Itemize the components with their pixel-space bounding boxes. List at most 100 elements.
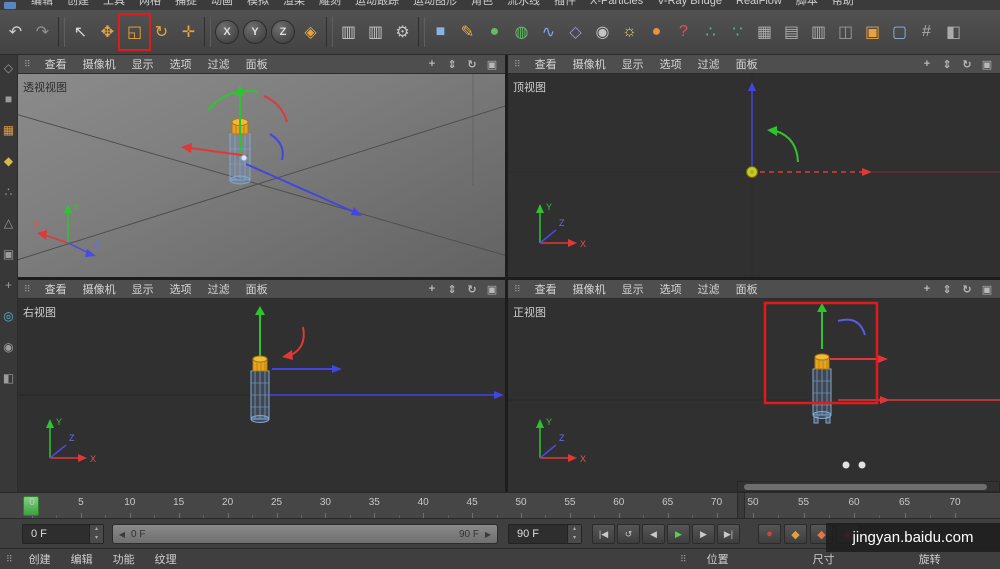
capsule-object[interactable] xyxy=(812,353,832,424)
viewport-menu-options[interactable]: 选项 xyxy=(162,56,200,72)
maximize-view-icon[interactable]: ▣ xyxy=(485,283,499,296)
viewport-menu-filter[interactable]: 过滤 xyxy=(690,281,728,297)
viewport-menu-view[interactable]: 查看 xyxy=(37,281,75,297)
material-menu-3[interactable]: 功能 xyxy=(103,551,145,567)
viewport-menu-display[interactable]: 显示 xyxy=(124,56,162,72)
menubar-item-2[interactable]: 创建 xyxy=(60,0,96,10)
viewport-menu-options[interactable]: 选项 xyxy=(652,281,690,297)
slider-right-arrow-icon[interactable]: ▶ xyxy=(479,530,497,539)
capsule-object[interactable] xyxy=(746,166,758,178)
spinner-down-icon[interactable]: ▾ xyxy=(90,534,103,543)
panel-menu-icon[interactable]: ⠿ xyxy=(680,554,687,565)
add-material-button[interactable]: ● xyxy=(643,16,670,48)
rotate-view-icon[interactable]: ↻ xyxy=(465,283,479,296)
viewport-menu-display[interactable]: 显示 xyxy=(614,281,652,297)
zoom-view-icon[interactable]: ⇕ xyxy=(940,58,954,71)
loop-mode-button[interactable]: ↺ xyxy=(617,524,640,544)
viewport-canvas[interactable]: 顶视图 Y X Z xyxy=(508,74,1000,277)
timeline-ruler-left[interactable]: 0 5 10 15 20 25 30 35 40 45 50 55 60 65 70 xyxy=(22,493,737,518)
menubar-item-3[interactable]: 工具 xyxy=(96,0,132,10)
menubar-item-7[interactable]: 模拟 xyxy=(240,0,276,10)
timeline-ruler[interactable]: 0 5 10 15 20 25 30 35 40 45 50 55 60 65 70 50 55 60 65 70 xyxy=(0,492,1000,518)
capsule-object[interactable] xyxy=(250,355,270,423)
mograph-fracture-icon[interactable]: ▥ xyxy=(805,16,832,48)
polygons-mode-icon[interactable]: ▣ xyxy=(2,247,16,261)
maximize-view-icon[interactable]: ▣ xyxy=(485,58,499,71)
mograph-matrix-icon[interactable]: ▤ xyxy=(778,16,805,48)
move-tool-icon[interactable]: ✥ xyxy=(94,16,121,48)
panel-menu-icon[interactable]: ⠿ xyxy=(6,554,13,565)
render-picture-viewer-button[interactable]: ▥ xyxy=(362,16,389,48)
lock-workplane-icon[interactable]: ◧ xyxy=(2,371,16,385)
menubar-item-19[interactable]: 帮助 xyxy=(825,0,861,10)
spinner-down-icon[interactable]: ▾ xyxy=(568,534,581,543)
maximize-view-icon[interactable]: ▣ xyxy=(980,58,994,71)
viewport-menu-panel[interactable]: 面板 xyxy=(238,281,276,297)
render-settings-button[interactable]: ⚙ xyxy=(389,16,416,48)
redo-icon[interactable]: ↷ xyxy=(29,16,56,48)
joint-tool-icon[interactable]: ∵ xyxy=(724,16,751,48)
x-axis-lock-button[interactable]: X xyxy=(215,20,239,44)
workplane-mode-icon[interactable]: ◆ xyxy=(2,154,16,168)
current-frame-field[interactable]: 0 F ▴ ▾ xyxy=(22,524,104,544)
y-axis-lock-button[interactable]: Y xyxy=(243,20,267,44)
frame-range-slider[interactable]: ◀ 0 F 90 F ▶ xyxy=(112,524,498,544)
menubar-item-5[interactable]: 捕捉 xyxy=(168,0,204,10)
help-button[interactable]: ? xyxy=(670,16,697,48)
spinner-up-icon[interactable]: ▴ xyxy=(90,525,103,534)
zoom-view-icon[interactable]: ⇕ xyxy=(445,58,459,71)
previous-frame-button[interactable]: ◀ xyxy=(642,524,665,544)
add-generator-button[interactable]: ◍ xyxy=(508,16,535,48)
menubar-item-10[interactable]: 运动跟踪 xyxy=(348,0,406,10)
scale-tool-icon[interactable]: ◱ xyxy=(118,13,151,51)
viewport-menu-camera[interactable]: 摄像机 xyxy=(565,56,614,72)
add-deformer-button[interactable]: ◇ xyxy=(562,16,589,48)
menubar-item-16[interactable]: V-Ray Bridge xyxy=(650,0,729,10)
viewport-menu-filter[interactable]: 过滤 xyxy=(690,56,728,72)
menubar-item-12[interactable]: 角色 xyxy=(464,0,500,10)
viewport-menu-filter[interactable]: 过滤 xyxy=(200,56,238,72)
display-mode-icon[interactable]: ▣ xyxy=(859,16,886,48)
viewport-menu-display[interactable]: 显示 xyxy=(614,56,652,72)
menubar-item-1[interactable]: 编辑 xyxy=(24,0,60,10)
material-menu-1[interactable]: 创建 xyxy=(19,551,61,567)
model-mode-icon[interactable]: ■ xyxy=(2,92,16,106)
live-selection-icon[interactable]: ↖ xyxy=(67,16,94,48)
viewport-menu-panel[interactable]: 面板 xyxy=(728,281,766,297)
viewport-canvas[interactable]: 正视图 Y X Z xyxy=(508,299,1000,492)
pan-view-icon[interactable]: + xyxy=(425,283,439,295)
viewport-menu-camera[interactable]: 摄像机 xyxy=(565,281,614,297)
snap-settings-icon[interactable]: # xyxy=(913,16,940,48)
zoom-view-icon[interactable]: ⇕ xyxy=(445,283,459,296)
solo-mode-icon[interactable]: ◎ xyxy=(2,309,16,323)
panel-menu-icon[interactable]: ⠿ xyxy=(24,59,31,70)
menubar-item-18[interactable]: 脚本 xyxy=(789,0,825,10)
next-frame-button[interactable]: ▶ xyxy=(692,524,715,544)
material-menu-2[interactable]: 编辑 xyxy=(61,551,103,567)
viewport-menu-view[interactable]: 查看 xyxy=(527,281,565,297)
layout-browser-icon[interactable]: ▢ xyxy=(886,16,913,48)
rotate-view-icon[interactable]: ↻ xyxy=(465,58,479,71)
menubar-item-9[interactable]: 雕刻 xyxy=(312,0,348,10)
pan-view-icon[interactable]: + xyxy=(920,283,934,295)
add-camera-button[interactable]: ◉ xyxy=(589,16,616,48)
frame-spinner[interactable]: ▴ ▾ xyxy=(89,525,103,543)
rotate-tool-icon[interactable]: ↻ xyxy=(148,16,175,48)
pen-tool-button[interactable]: ✎ xyxy=(454,16,481,48)
character-menu-icon[interactable]: ∴ xyxy=(697,16,724,48)
texture-mode-icon[interactable]: ▦ xyxy=(2,123,16,137)
coordinate-system-button[interactable]: ◈ xyxy=(297,16,324,48)
end-frame-field[interactable]: 90 F ▴ ▾ xyxy=(508,524,582,544)
render-view-button[interactable]: ▥ xyxy=(335,16,362,48)
viewport-menu-options[interactable]: 选项 xyxy=(652,56,690,72)
viewport-menu-camera[interactable]: 摄像机 xyxy=(75,281,124,297)
menubar-item-15[interactable]: X-Particles xyxy=(583,0,650,10)
viewport-menu-view[interactable]: 查看 xyxy=(527,56,565,72)
viewport-menu-options[interactable]: 选项 xyxy=(162,281,200,297)
last-used-tool-icon[interactable]: ✛ xyxy=(175,16,202,48)
end-frame-value[interactable]: 90 F xyxy=(509,525,567,543)
add-sphere-button[interactable]: ● xyxy=(481,16,508,48)
menubar-item-17[interactable]: RealFlow xyxy=(729,0,789,10)
snap-enable-icon[interactable]: ◉ xyxy=(2,340,16,354)
undo-icon[interactable]: ↶ xyxy=(2,16,29,48)
